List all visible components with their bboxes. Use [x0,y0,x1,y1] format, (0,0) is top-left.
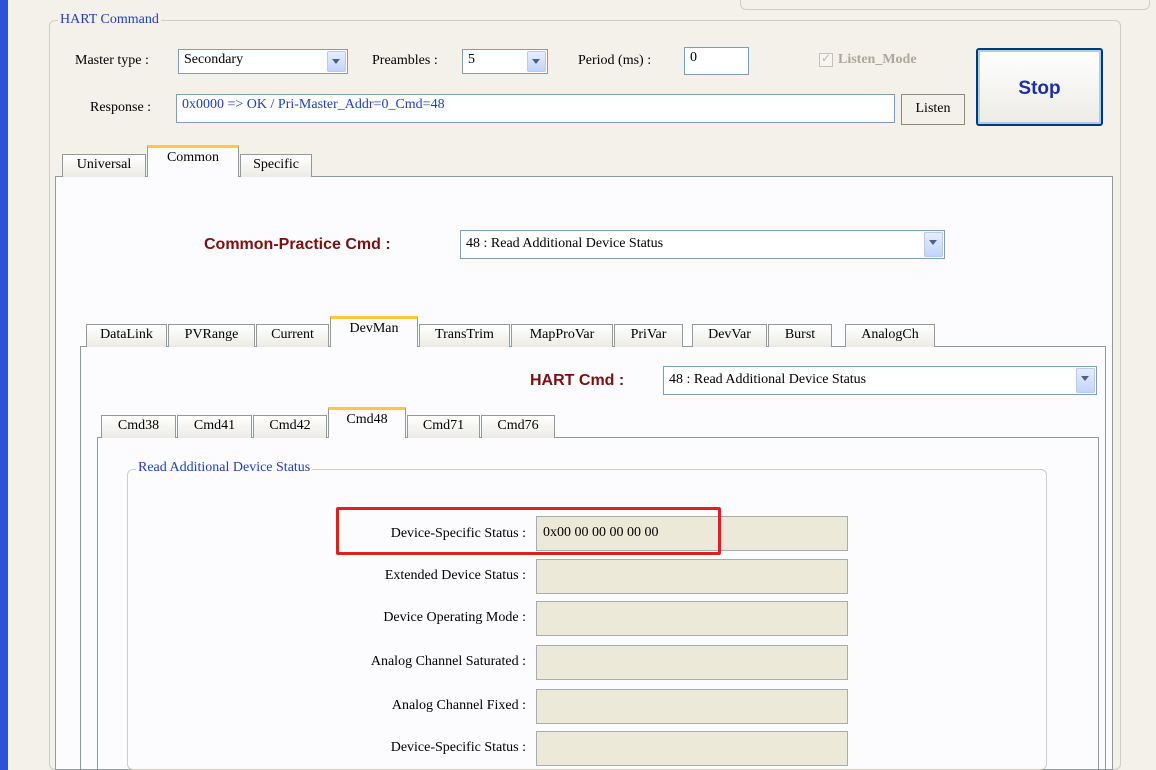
response-label: Response : [90,100,152,115]
hart-cmd-value: 48 : Read Additional Device Status [669,372,867,387]
tab-current[interactable]: Current [256,324,329,347]
tab-privar[interactable]: PriVar [614,324,683,347]
preambles-value: 5 [468,52,475,67]
hart-command-title: HART Command [58,12,161,28]
common-practice-cmd-label: Common-Practice Cmd : [204,236,391,253]
tab-pvrange[interactable]: PVRange [168,324,255,347]
tab-analogch[interactable]: AnalogCh [845,324,935,347]
tab-cmd42[interactable]: Cmd42 [253,415,327,438]
tab-burst[interactable]: Burst [768,324,832,347]
period-label: Period (ms) : [578,53,652,68]
tab-devman[interactable]: DevMan [330,316,418,347]
response-field[interactable]: 0x0000 => OK / Pri-Master_Addr=0_Cmd=48 [176,94,895,123]
period-input[interactable]: 0 [684,47,749,75]
analog-channel-fixed-field [536,689,848,724]
tab-cmd76[interactable]: Cmd76 [481,415,555,438]
analog-channel-saturated-field [536,645,848,680]
chevron-down-icon[interactable] [924,232,943,257]
device-operating-mode-label: Device Operating Mode : [383,610,526,625]
extended-device-status-label: Extended Device Status : [384,568,526,583]
device-specific-status-label-2: Device-Specific Status : [390,740,526,755]
master-type-value: Secondary [184,52,244,67]
tab-cmd48[interactable]: Cmd48 [328,407,406,438]
listen-mode-label: Listen_Mode [838,52,917,67]
stop-button-label: Stop [1018,78,1061,99]
listen-mode-checkbox[interactable]: ✓ [819,51,833,67]
tab-common[interactable]: Common [147,145,239,177]
analog-channel-fixed-label: Analog Channel Fixed : [391,698,526,713]
top-frame [740,0,1150,10]
check-icon: ✓ [821,51,832,65]
tab-cmd38[interactable]: Cmd38 [101,415,176,438]
tab-cmd71[interactable]: Cmd71 [407,415,480,438]
highlight-box [336,507,721,555]
common-practice-cmd-value: 48 : Read Additional Device Status [466,236,664,251]
device-operating-mode-field [536,601,848,636]
master-type-label: Master type : [75,53,149,68]
tab-mapprovar[interactable]: MapProVar [511,324,613,347]
hart-cmd-label: HART Cmd : [530,372,625,389]
status-group-title: Read Additional Device Status [136,460,313,476]
window-edge-bar [0,0,8,770]
listen-button[interactable]: Listen [901,94,965,125]
tab-universal[interactable]: Universal [62,154,146,177]
tab-transtrim[interactable]: TransTrim [419,324,510,347]
common-practice-cmd-select[interactable]: 48 : Read Additional Device Status [460,230,945,259]
chevron-down-icon[interactable] [327,51,346,72]
chevron-down-icon[interactable] [527,51,546,72]
hart-cmd-select[interactable]: 48 : Read Additional Device Status [663,366,1097,395]
tab-specific[interactable]: Specific [240,154,312,177]
tab-datalink[interactable]: DataLink [86,324,167,347]
tab-cmd41[interactable]: Cmd41 [177,415,252,438]
preambles-label: Preambles : [372,53,438,68]
preambles-select[interactable]: 5 [462,49,548,74]
extended-device-status-field [536,559,848,594]
device-specific-status-field-2 [536,731,848,766]
analog-channel-saturated-label: Analog Channel Saturated : [370,654,526,669]
stop-button[interactable]: Stop [976,48,1103,126]
chevron-down-icon[interactable] [1076,368,1095,393]
tab-devvar[interactable]: DevVar [692,324,767,347]
master-type-select[interactable]: Secondary [178,49,348,74]
